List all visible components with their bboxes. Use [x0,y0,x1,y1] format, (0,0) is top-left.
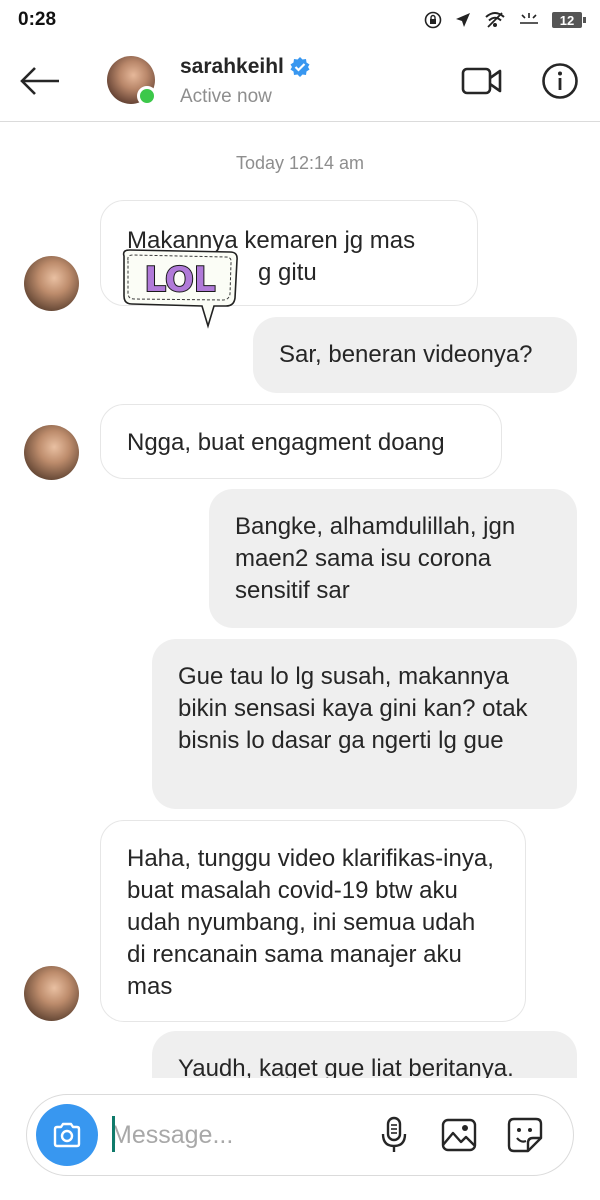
voice-message-button[interactable] [372,1113,416,1157]
text-cursor [112,1116,115,1152]
message-text: Gue tau lo lg susah, makannya bikin sens… [178,663,528,754]
message-input[interactable] [111,1115,351,1155]
sender-avatar[interactable] [24,966,79,1021]
incoming-message[interactable]: Ngga, buat engagment doang [100,404,502,479]
status-icons: 12 [424,11,586,29]
sender-avatar[interactable] [24,425,79,480]
outgoing-message[interactable]: Sar, beneran videonya? [253,317,577,393]
incoming-message[interactable]: Haha, tunggu video klarifikas-inya, buat… [100,820,526,1022]
wifi-off-icon [485,12,505,28]
verified-badge-icon [290,57,310,77]
chat-header: sarahkeihl Active now [0,40,600,122]
outgoing-message[interactable]: Gue tau lo lg susah, makannya bikin sens… [152,639,577,809]
location-icon [456,13,470,27]
microphone-icon [381,1116,407,1152]
profile-name[interactable]: sarahkeihl [180,55,311,79]
status-time: 0:28 [18,9,57,30]
online-indicator [137,86,157,106]
message-text: Ngga, buat engagment doang [127,429,445,456]
lol-sticker[interactable]: LOL [118,246,242,332]
message-text: Bangke, alhamdulillah, jgn maen2 sama is… [235,513,516,604]
battery-indicator: 12 [552,12,586,28]
sticker-button[interactable] [503,1113,547,1157]
info-icon [542,63,578,99]
rotation-lock-icon [424,11,442,29]
video-call-button[interactable] [458,60,506,102]
message-text: Sar, beneran videonya? [279,341,533,368]
video-call-icon [461,67,502,95]
gallery-button[interactable] [437,1113,481,1157]
outgoing-message[interactable]: Bangke, alhamdulillah, jgn maen2 sama is… [209,489,577,628]
sticker-text: LOL [144,260,215,300]
thread-timestamp: Today 12:14 am [235,153,365,173]
sticker-icon [507,1117,543,1153]
message-text: Yaudh, kaget gue liat beritanya. [178,1055,514,1078]
back-arrow-icon [20,67,59,95]
info-button[interactable] [536,60,584,102]
signal-icon [520,13,538,24]
active-status: Active now [180,86,272,107]
message-composer [26,1094,574,1176]
battery-level: 12 [559,12,575,28]
gallery-icon [441,1118,477,1152]
camera-icon [53,1122,81,1148]
message-thread[interactable]: Today 12:14 am Makannya kemaren jg mas g… [0,123,600,1078]
outgoing-message[interactable]: Yaudh, kaget gue liat beritanya. [152,1031,577,1078]
status-bar: 0:28 12 [0,0,600,40]
back-button[interactable] [16,60,64,102]
message-text: Haha, tunggu video klarifikas-inya, buat… [127,845,494,1000]
camera-button[interactable] [36,1104,98,1166]
sender-avatar[interactable] [24,256,79,311]
username[interactable]: sarahkeihl [180,55,284,79]
